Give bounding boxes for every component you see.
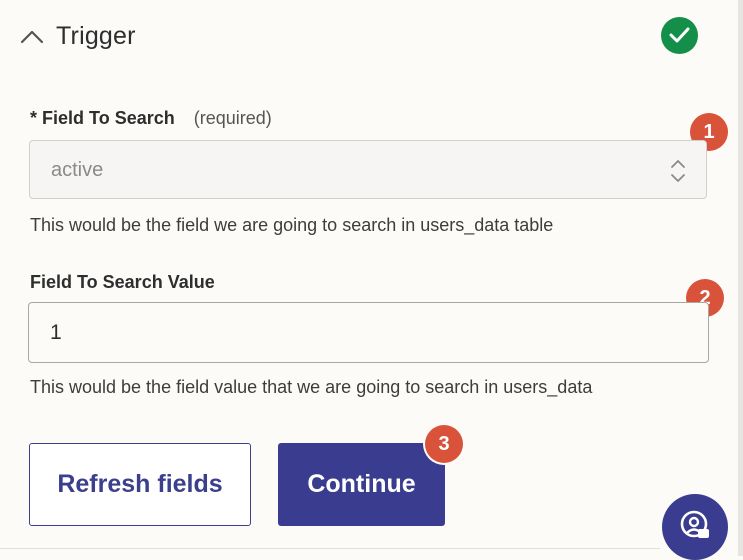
check-circle-icon <box>661 17 698 54</box>
sort-arrows-icon <box>671 160 685 182</box>
continue-button[interactable]: Continue <box>278 443 445 526</box>
field-to-search-select[interactable]: active <box>29 140 707 199</box>
field-value-help: This would be the field value that we ar… <box>30 377 593 397</box>
divider <box>0 548 660 549</box>
support-agent-icon <box>680 510 709 538</box>
refresh-fields-button[interactable]: Refresh fields <box>29 443 251 526</box>
field-value-text: 1 <box>50 321 62 344</box>
panel-right-edge <box>738 0 743 556</box>
step-badge-3: 3 <box>425 425 463 463</box>
field-value-input[interactable]: 1 <box>28 302 709 363</box>
trigger-section-header[interactable]: Trigger <box>0 0 738 76</box>
field-to-search-help: This would be the field we are going to … <box>30 215 554 235</box>
field-to-search-label-text: Field To Search <box>42 108 175 128</box>
field-to-search-value: active <box>51 159 104 181</box>
required-asterisk: * <box>30 108 38 128</box>
field-to-search-label: * Field To Search (required) <box>30 108 272 129</box>
field-value-label: Field To Search Value <box>30 272 215 292</box>
support-chat-button[interactable] <box>662 494 728 560</box>
chevron-up-icon[interactable] <box>20 26 44 46</box>
section-title: Trigger <box>56 22 136 50</box>
required-text: (required) <box>193 108 272 128</box>
